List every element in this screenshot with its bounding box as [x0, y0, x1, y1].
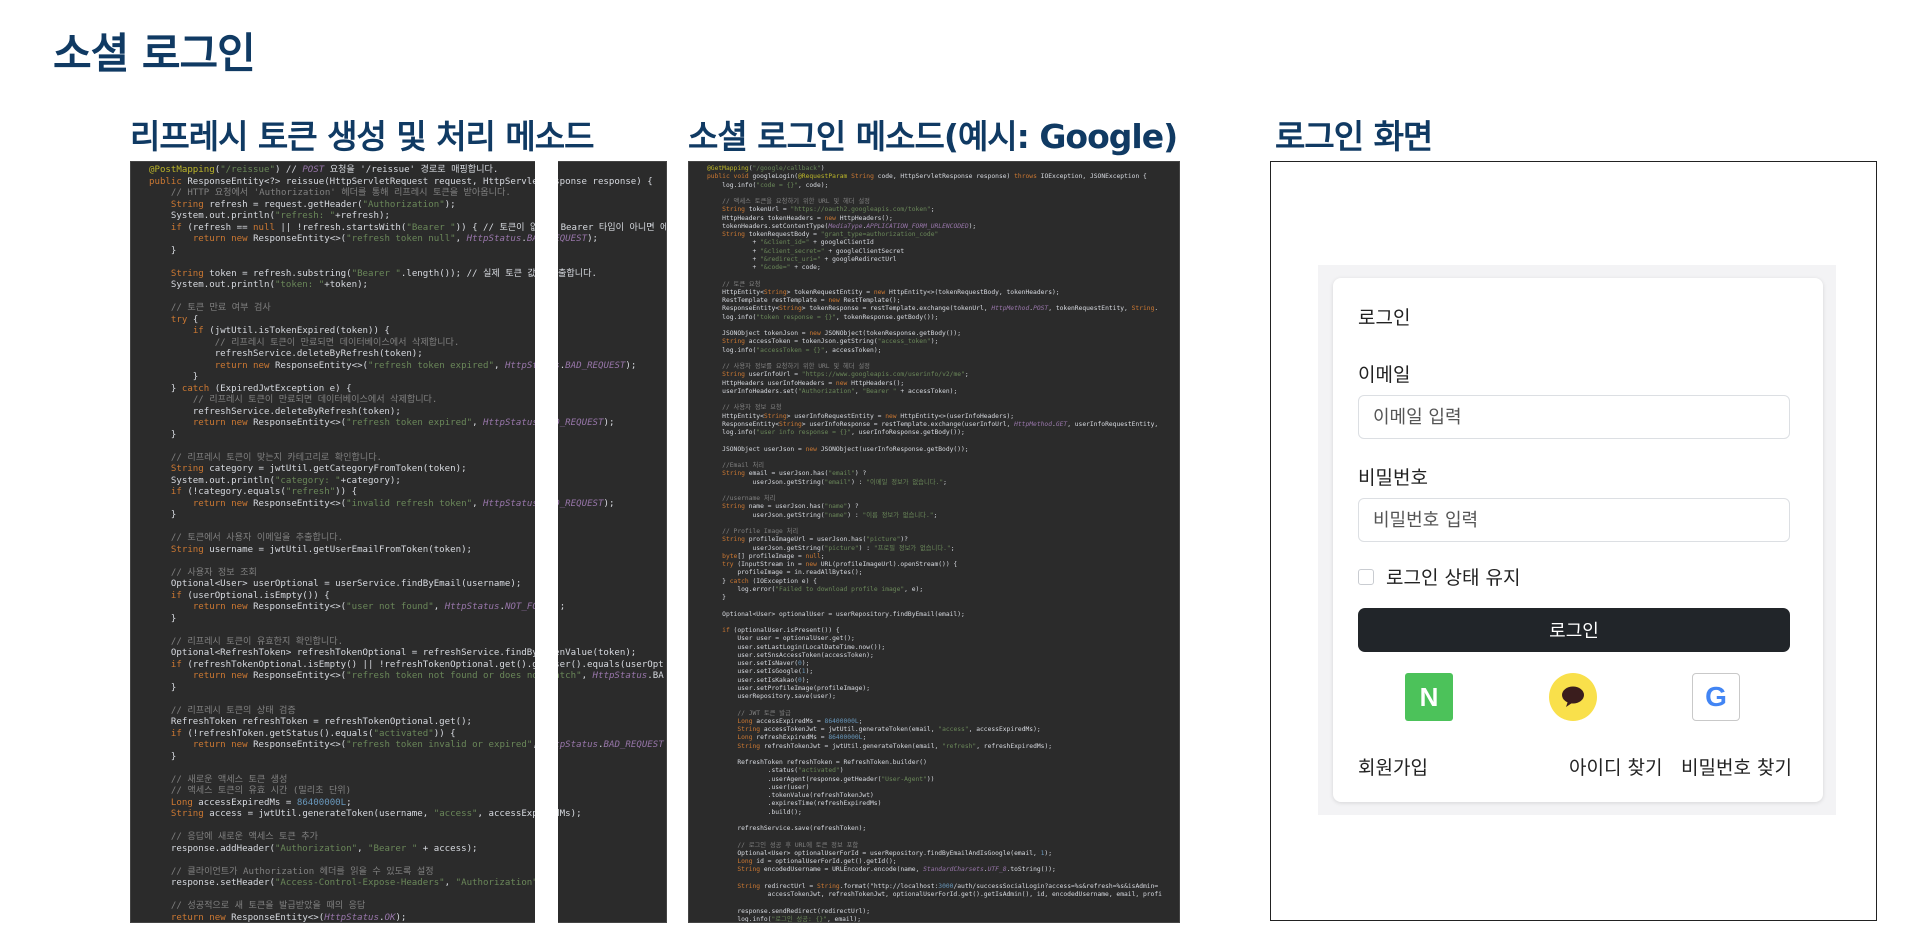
google-code-panel: @GetMapping("/google/callback") public v… [688, 161, 1180, 923]
kakao-login-button[interactable] [1549, 673, 1597, 721]
section-title-refresh: 리프레시 토큰 생성 및 처리 메소드 [130, 117, 594, 156]
login-button[interactable]: 로그인 [1358, 608, 1790, 652]
login-card-title: 로그인 [1358, 307, 1411, 329]
find-id-link[interactable]: 아이디 찾기 [1569, 753, 1662, 780]
google-login-button[interactable]: G [1692, 673, 1740, 721]
section-title-login: 로그인 화면 [1275, 117, 1433, 156]
password-label: 비밀번호 [1358, 467, 1428, 489]
remember-checkbox[interactable] [1358, 568, 1374, 585]
refresh-code-panel: @PostMapping("/reissue") // POST 요청을 '/r… [130, 161, 667, 923]
password-input[interactable] [1358, 498, 1790, 542]
refresh-code-block: @PostMapping("/reissue") // POST 요청을 '/r… [149, 165, 666, 923]
google-code-block: @GetMapping("/google/callback") public v… [707, 165, 1162, 923]
section-title-social: 소셜 로그인 메소드(예시: Google) [688, 117, 1178, 156]
remember-me[interactable]: 로그인 상태 유지 [1358, 563, 1520, 590]
login-card: 로그인 이메일 비밀번호 로그인 상태 유지 로그인 N G 회원가입 아이디 … [1333, 278, 1823, 802]
google-icon: G [1705, 681, 1727, 712]
panel-gutter [535, 161, 558, 923]
signup-link[interactable]: 회원가입 [1358, 753, 1428, 780]
email-label: 이메일 [1358, 364, 1411, 386]
find-password-link[interactable]: 비밀번호 찾기 [1681, 753, 1792, 780]
kakao-icon [1562, 686, 1584, 707]
remember-label: 로그인 상태 유지 [1386, 567, 1521, 589]
naver-login-button[interactable]: N [1405, 673, 1453, 721]
naver-icon: N [1419, 681, 1439, 712]
page-title: 소셜 로그인 [53, 29, 256, 78]
email-input[interactable] [1358, 395, 1790, 439]
